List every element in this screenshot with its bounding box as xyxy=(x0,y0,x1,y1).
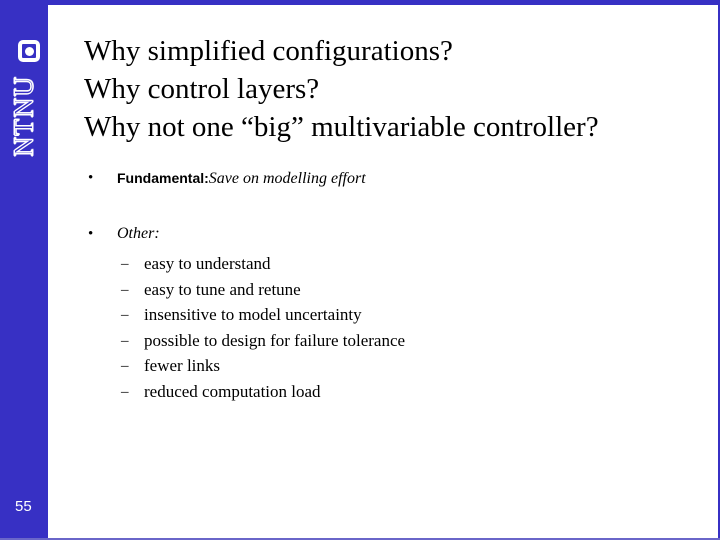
dash-marker-icon: – xyxy=(121,383,129,400)
title-line-2: Why control layers? xyxy=(84,73,320,105)
list-item-label: easy to tune and retune xyxy=(144,279,301,299)
ntnu-wordmark: NTNU xyxy=(4,68,44,164)
slide-content: Why simplified configurations? Why contr… xyxy=(48,5,718,538)
list-item: – reduced computation load xyxy=(121,381,681,407)
list-item: – easy to tune and retune xyxy=(121,279,681,305)
bullet-text: Other: xyxy=(117,224,160,244)
page-number: 55 xyxy=(15,498,32,515)
list-item: – easy to understand xyxy=(121,253,681,279)
dash-marker-icon: – xyxy=(121,332,129,349)
dash-marker-icon: – xyxy=(121,256,129,272)
dash-marker-icon: – xyxy=(121,307,129,323)
slide-title: Why simplified configurations? Why contr… xyxy=(84,32,704,146)
title-line-3: Why not one “big” multivariable controll… xyxy=(84,111,599,143)
logo-dot-icon xyxy=(24,46,34,56)
ntnu-logo-mark-icon xyxy=(18,40,40,62)
list-item-label: insensitive to model uncertainty xyxy=(144,305,362,324)
bullet-text: Fundamental:Save on modelling effort xyxy=(117,168,366,189)
list-item: – insensitive to model uncertainty xyxy=(121,304,681,330)
list-item: – fewer links xyxy=(121,355,681,381)
sub-bullet-list: – easy to understand – easy to tune and … xyxy=(121,253,681,406)
slide: NTNU 55 Why simplified configurations? W… xyxy=(0,0,720,540)
list-item-label: fewer links xyxy=(144,356,221,375)
bullet-marker-icon: • xyxy=(88,170,94,186)
bullet-emphasis-fundamental: Save on modelling effort xyxy=(208,170,366,187)
sidebar: NTNU 55 xyxy=(0,0,48,540)
dash-marker-icon: – xyxy=(121,358,129,374)
bullet-label-fundamental: Fundamental: xyxy=(117,170,209,186)
list-item-label: possible to design for failure tolerance xyxy=(144,330,406,350)
list-item-label: reduced computation load xyxy=(144,381,321,401)
ntnu-wordmark-text: NTNU xyxy=(8,75,39,157)
bullet-label-other: Other: xyxy=(117,225,160,242)
dash-marker-icon: – xyxy=(121,281,129,298)
title-line-1: Why simplified configurations? xyxy=(84,35,453,67)
list-item-label: easy to understand xyxy=(144,254,271,273)
bullet-marker-icon: • xyxy=(88,226,94,242)
list-item: – possible to design for failure toleran… xyxy=(121,330,681,356)
